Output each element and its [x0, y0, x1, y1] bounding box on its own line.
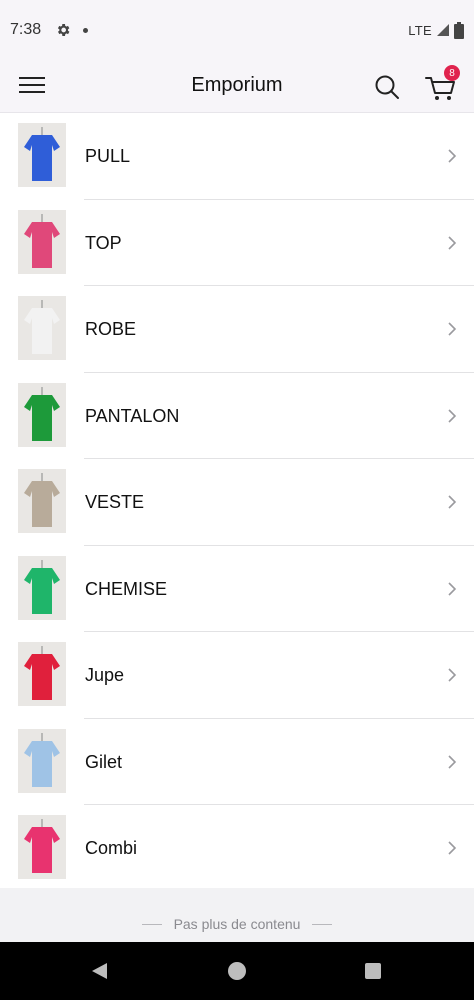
category-label: ROBE [85, 319, 137, 339]
search-icon[interactable] [374, 74, 400, 100]
category-label: CHEMISE [85, 578, 168, 599]
category-label: Jupe [85, 665, 125, 685]
end-of-list-footer: Pas plus de contenu [0, 888, 474, 942]
footer-divider-right [312, 924, 332, 925]
status-indicators: LTE [408, 21, 464, 39]
menu-icon-bar [19, 91, 45, 93]
page-title: Emporium [191, 74, 283, 96]
status-time: 7:38 [10, 21, 42, 38]
category-list: PULL TOP ROBE PANTALON VESTE CHEMISE Jupe Gilet… [0, 113, 474, 892]
category-item[interactable]: Combi [0, 805, 474, 892]
end-of-list-text: Pas plus de contenu [173, 916, 301, 932]
battery-icon [454, 21, 464, 39]
category-thumbnail [18, 123, 66, 187]
category-thumbnail [18, 728, 66, 793]
category-item[interactable]: PULL [0, 113, 474, 200]
chevron-right-icon [448, 149, 457, 163]
chevron-right-icon [448, 668, 457, 682]
home-icon[interactable] [228, 962, 246, 980]
category-item[interactable]: CHEMISE [0, 546, 474, 632]
category-thumbnail [18, 469, 66, 533]
category-label: Gilet [85, 751, 123, 772]
chevron-right-icon [448, 322, 457, 336]
category-thumbnail [18, 382, 66, 447]
category-thumbnail [18, 296, 66, 360]
chevron-right-icon [448, 841, 457, 855]
category-item[interactable]: TOP [0, 200, 474, 286]
category-thumbnail [18, 642, 66, 706]
category-thumbnail [18, 209, 66, 274]
menu-button[interactable] [19, 77, 45, 95]
category-item[interactable]: ROBE [0, 286, 474, 373]
category-thumbnail [18, 555, 66, 620]
category-item[interactable]: Jupe [0, 632, 474, 719]
category-item[interactable]: VESTE [0, 459, 474, 546]
chevron-right-icon [448, 495, 457, 509]
network-type: LTE [408, 22, 432, 38]
menu-icon-bar [19, 84, 45, 86]
settings-icon [58, 24, 70, 36]
category-label: Combi [85, 838, 138, 858]
category-label: PANTALON [85, 405, 180, 426]
app-bar: Emporium 8 [0, 60, 474, 113]
chevron-right-icon [448, 581, 457, 596]
chevron-right-icon [448, 235, 457, 250]
system-nav-bar [0, 942, 474, 1000]
category-label: PULL [85, 146, 131, 166]
menu-icon-bar [19, 77, 45, 79]
cart-count-badge: 8 [444, 65, 460, 81]
chevron-right-icon [448, 754, 457, 769]
back-icon[interactable] [90, 962, 108, 980]
category-item[interactable]: Gilet [0, 719, 474, 805]
recents-icon[interactable] [365, 963, 381, 979]
chevron-right-icon [448, 408, 457, 423]
status-bar: 7:38 LTE [0, 0, 474, 60]
category-label: VESTE [85, 492, 145, 512]
notification-dot-icon [83, 27, 89, 33]
category-item[interactable]: PANTALON [0, 373, 474, 459]
category-thumbnail [18, 815, 66, 879]
signal-icon [437, 24, 449, 36]
category-label: TOP [85, 232, 122, 253]
